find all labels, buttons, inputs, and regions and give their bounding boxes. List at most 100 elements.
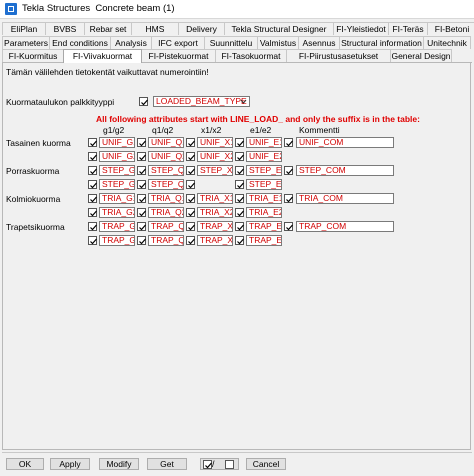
attribute-checkbox[interactable] [235,208,244,217]
comment-field[interactable]: TRIA_COM [296,193,394,204]
attribute-field[interactable]: UNIF_G1 [99,137,135,148]
attribute-checkbox[interactable] [88,222,97,231]
attribute-checkbox[interactable] [88,152,97,161]
attribute-field[interactable]: TRIA_G1 [99,193,135,204]
table-type-checkbox[interactable] [139,97,148,106]
attribute-field[interactable]: TRAP_E2 [246,235,282,246]
cancel-button[interactable]: Cancel [246,458,286,470]
attribute-field[interactable]: TRAP_Q2 [148,235,184,246]
tab-fi-kuormitus[interactable]: FI-Kuormitus [2,49,64,62]
comment-field[interactable]: TRAP_COM [296,221,394,232]
attribute-checkbox[interactable] [137,222,146,231]
attribute-field[interactable]: TRAP_Q1 [148,221,184,232]
attribute-checkbox[interactable] [186,152,195,161]
get-button[interactable]: Get [147,458,187,470]
comment-checkbox[interactable] [284,138,293,147]
attribute-checkbox[interactable] [235,166,244,175]
attribute-field[interactable]: TRIA_X1 [197,193,233,204]
toggle-all-button[interactable]: / [200,458,239,470]
attribute-field[interactable]: TRIA_G2 [99,207,135,218]
attribute-field[interactable]: UNIF_G2 [99,151,135,162]
attribute-checkbox[interactable] [235,138,244,147]
tab-delivery[interactable]: Delivery [178,22,225,35]
attribute-field[interactable]: UNIF_E2 [246,151,282,162]
apply-button[interactable]: Apply [50,458,90,470]
comment-field[interactable]: STEP_COM [296,165,394,176]
attribute-field[interactable]: TRAP_X1 [197,221,233,232]
attribute-checkbox[interactable] [137,194,146,203]
tab-end-conditions[interactable]: End conditions [49,36,111,49]
attribute-checkbox[interactable] [88,138,97,147]
tab-fi-piirustusasetukset[interactable]: FI-Piirustusasetukset [286,49,391,62]
attribute-field[interactable]: TRAP_G2 [99,235,135,246]
attribute-checkbox[interactable] [88,194,97,203]
table-type-select[interactable]: LOADED_BEAM_TYPE [153,96,250,107]
attribute-checkbox[interactable] [186,222,195,231]
attribute-checkbox[interactable] [235,236,244,245]
tab-parameters[interactable]: Parameters [2,36,50,49]
attribute-checkbox[interactable] [235,222,244,231]
attribute-field[interactable]: UNIF_Q2 [148,151,184,162]
attribute-checkbox[interactable] [186,236,195,245]
attribute-checkbox[interactable] [88,180,97,189]
comment-checkbox[interactable] [284,166,293,175]
attribute-checkbox[interactable] [235,180,244,189]
tab-suunnittelu[interactable]: Suunnittelu [204,36,258,49]
attribute-field[interactable]: UNIF_X2 [197,151,233,162]
attribute-checkbox[interactable] [137,152,146,161]
attribute-checkbox[interactable] [137,180,146,189]
tab-analysis[interactable]: Analysis [110,36,152,49]
attribute-checkbox[interactable] [235,194,244,203]
attribute-field[interactable]: TRIA_E2 [246,207,282,218]
attribute-field[interactable]: TRAP_G1 [99,221,135,232]
attribute-field[interactable]: UNIF_Q1 [148,137,184,148]
attribute-checkbox[interactable] [235,152,244,161]
tab-bvbs[interactable]: BVBS [45,22,85,35]
tab-fi-teräs[interactable]: FI-Teräs [388,22,428,35]
tab-hms[interactable]: HMS [131,22,179,35]
attribute-field[interactable]: TRAP_E1 [246,221,282,232]
tab-tekla-structural-designer[interactable]: Tekla Structural Designer [224,22,334,35]
attribute-checkbox[interactable] [186,180,195,189]
attribute-field[interactable]: TRAP_X2 [197,235,233,246]
attribute-checkbox[interactable] [186,208,195,217]
attribute-field[interactable]: TRIA_E1 [246,193,282,204]
attribute-checkbox[interactable] [88,208,97,217]
tab-unitechnik[interactable]: Unitechnik [423,36,471,49]
tab-fi-tasokuormat[interactable]: FI-Tasokuormat [215,49,287,62]
tab-fi-viivakuormat[interactable]: FI-Viivakuormat [63,49,142,63]
attribute-field[interactable]: STEP_Q2 [148,179,184,190]
tab-fi-pistekuormat[interactable]: FI-Pistekuormat [141,49,216,62]
attribute-field[interactable]: TRIA_Q1 [148,193,184,204]
attribute-checkbox[interactable] [137,208,146,217]
attribute-checkbox[interactable] [137,166,146,175]
attribute-field[interactable]: TRIA_Q2 [148,207,184,218]
comment-field[interactable]: UNIF_COM [296,137,394,148]
attribute-checkbox[interactable] [88,166,97,175]
attribute-field[interactable]: TRIA_X2 [197,207,233,218]
attribute-field[interactable]: STEP_X1 [197,165,233,176]
attribute-checkbox[interactable] [186,138,195,147]
tab-ifc-export[interactable]: IFC export [151,36,205,49]
attribute-field[interactable]: STEP_G2 [99,179,135,190]
attribute-field[interactable]: STEP_E1 [246,165,282,176]
attribute-field[interactable]: UNIF_X1 [197,137,233,148]
attribute-field[interactable]: UNIF_E1 [246,137,282,148]
attribute-checkbox[interactable] [137,138,146,147]
comment-checkbox[interactable] [284,194,293,203]
attribute-field[interactable]: STEP_Q1 [148,165,184,176]
attribute-field[interactable]: STEP_E2 [246,179,282,190]
comment-checkbox[interactable] [284,222,293,231]
attribute-field[interactable]: STEP_G1 [99,165,135,176]
tab-fi-betoni[interactable]: FI-Betoni [427,22,474,35]
attribute-checkbox[interactable] [186,166,195,175]
tab-asennus[interactable]: Asennus [298,36,340,49]
attribute-checkbox[interactable] [88,236,97,245]
tab-eliplan[interactable]: EliPlan [2,22,46,35]
tab-general-design[interactable]: General Design [390,49,452,62]
attribute-checkbox[interactable] [137,236,146,245]
modify-button[interactable]: Modify [99,458,139,470]
ok-button[interactable]: OK [6,458,44,470]
tab-structural-information[interactable]: Structural information [339,36,424,49]
attribute-checkbox[interactable] [186,194,195,203]
